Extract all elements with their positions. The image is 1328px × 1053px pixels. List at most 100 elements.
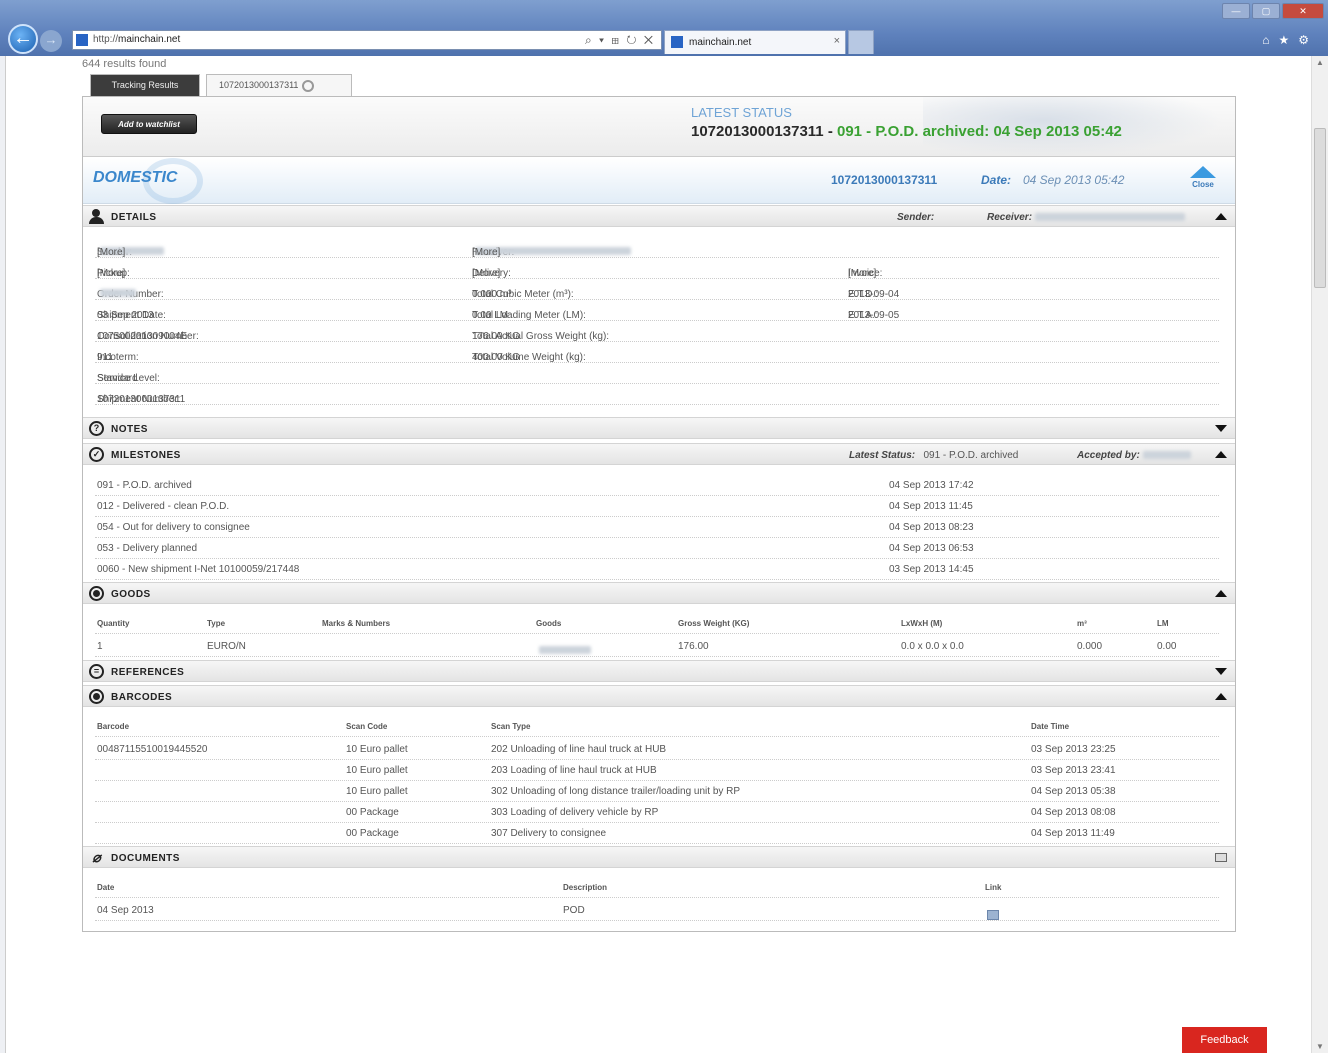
- details-header[interactable]: DETAILS Sender: Receiver:: [83, 205, 1235, 227]
- details-title: DETAILS: [111, 212, 157, 223]
- minimize-button[interactable]: —: [1222, 3, 1250, 19]
- goods-row: 1 EURO/N 176.00 0.0 x 0.0 x 0.0 0.000 0.…: [95, 636, 1219, 657]
- close-label: Close: [1192, 180, 1214, 189]
- barcode-icon: [89, 689, 104, 704]
- scroll-down-icon[interactable]: ▼: [1316, 1042, 1324, 1051]
- address-bar[interactable]: http://mainchain.net ⌕ ▾ ⊞ ↻ ✕: [72, 30, 662, 50]
- status-header: Add to watchlist LATEST STATUS 107201300…: [83, 97, 1235, 157]
- tab-tracking-results[interactable]: Tracking Results: [90, 74, 200, 96]
- notes-header[interactable]: ? NOTES: [83, 417, 1235, 439]
- details-row: Pickup: [More] Delivery: [More] Invoice:…: [95, 258, 1219, 279]
- site-favicon-icon: [76, 34, 88, 46]
- scroll-thumb[interactable]: [1314, 128, 1326, 288]
- collapse-up-icon[interactable]: [1215, 693, 1227, 700]
- collapse-up-icon[interactable]: [1215, 590, 1227, 597]
- window-left-border: [0, 56, 6, 1053]
- back-arrow-icon[interactable]: ←: [8, 24, 38, 54]
- tab-close-icon[interactable]: ×: [834, 35, 840, 47]
- details-row: Consolidation Number: 107500201309004E T…: [95, 321, 1219, 342]
- forward-arrow-icon[interactable]: →: [40, 30, 62, 52]
- question-icon: ?: [89, 421, 104, 436]
- details-row: Service Level: Standard: [95, 363, 1219, 384]
- document-row: 04 Sep 2013 POD: [95, 900, 1219, 921]
- milestone-row: 053 - Delivery planned 04 Sep 2013 06:53: [95, 538, 1219, 559]
- domestic-label: DOMESTIC: [93, 169, 178, 186]
- browser-tab[interactable]: mainchain.net ×: [664, 30, 846, 54]
- add-to-watchlist-button[interactable]: Add to watchlist: [101, 114, 197, 134]
- paperclip-icon: ⌀: [92, 849, 101, 865]
- milestone-row: 0060 - New shipment I-Net 10100059/21744…: [95, 559, 1219, 580]
- page-scrollbar[interactable]: ▲ ▼: [1311, 56, 1328, 1053]
- documents-title: DOCUMENTS: [111, 853, 180, 864]
- milestones-header[interactable]: ✓ MILESTONES Latest Status: 091 - P.O.D.…: [83, 443, 1235, 465]
- domestic-date: 04 Sep 2013 05:42: [1023, 173, 1125, 187]
- expand-down-icon[interactable]: [1215, 668, 1227, 675]
- tab-shipment-label: 1072013000137311: [219, 80, 299, 90]
- address-url: http://mainchain.net: [93, 34, 181, 45]
- domestic-bar: DOMESTIC 1072013000137311 Date: 04 Sep 2…: [83, 158, 1235, 204]
- references-icon: =: [89, 664, 104, 679]
- milestones-title: MILESTONES: [111, 450, 181, 461]
- address-tools[interactable]: ⌕ ▾ ⊞ ↻ ✕: [585, 33, 655, 48]
- latest-tracking-number: 1072013000137311 -: [691, 123, 833, 140]
- new-tab-button[interactable]: [848, 30, 874, 54]
- latest-status-label: LATEST STATUS: [691, 105, 792, 120]
- details-sender-label: Sender:: [897, 212, 935, 223]
- maximize-button[interactable]: ▢: [1252, 3, 1280, 19]
- details-row: Order Number: Total Cubic Meter (m³): 0.…: [95, 279, 1219, 300]
- details-row: Incoterm: 911 Total Volume Weight (kg): …: [95, 342, 1219, 363]
- invoice-more-link[interactable]: [More]: [848, 268, 876, 279]
- domestic-date-label: Date:: [981, 173, 1012, 187]
- milestone-row: 012 - Delivered - clean P.O.D. 04 Sep 201…: [95, 496, 1219, 517]
- barcode-row: 00487115510019445520 10 Euro pallet 202 Un…: [95, 739, 1219, 760]
- references-header[interactable]: = REFERENCES: [83, 660, 1235, 682]
- collapse-up-icon[interactable]: [1215, 213, 1227, 220]
- pickup-more-link[interactable]: [More]: [97, 268, 125, 279]
- details-row: Sender:[More] Receiver:[More]: [95, 237, 1219, 258]
- delivery-more-link[interactable]: [More]: [472, 268, 500, 279]
- milestone-row: 054 - Out for delivery to consignee 04 Se…: [95, 517, 1219, 538]
- documents-toggle-icon[interactable]: [1215, 853, 1227, 862]
- browser-toolbar-icons[interactable]: ⌂★⚙: [1262, 33, 1318, 47]
- details-receiver-label: Receiver:: [987, 212, 1188, 223]
- tracking-panel: Add to watchlist LATEST STATUS 107201300…: [82, 96, 1236, 932]
- feedback-button[interactable]: Feedback: [1182, 1027, 1267, 1053]
- documents-table-header: Date Description Link: [95, 877, 1219, 898]
- barcode-row: 10 Euro pallet 302 Unloading of long dist…: [95, 781, 1219, 802]
- barcodes-header[interactable]: BARCODES: [83, 685, 1235, 707]
- expand-down-icon[interactable]: [1215, 425, 1227, 432]
- milestones-latest-status: Latest Status: 091 - P.O.D. archived: [849, 450, 1019, 461]
- barcodes-table-header: Barcode Scan Code Scan Type Date Time: [95, 716, 1219, 737]
- collapse-up-icon: [1190, 166, 1216, 178]
- window-close-button[interactable]: ✕: [1282, 3, 1324, 19]
- goods-icon: [89, 586, 104, 601]
- barcodes-title: BARCODES: [111, 692, 173, 703]
- barcode-row: 00 Package 303 Loading of delivery vehicl…: [95, 802, 1219, 823]
- tab-shipment[interactable]: 1072013000137311: [206, 74, 352, 96]
- goods-title: GOODS: [111, 589, 151, 600]
- goods-header[interactable]: GOODS: [83, 582, 1235, 604]
- details-row: Shipment Date: 03 Sep 2013 Total Loading…: [95, 300, 1219, 321]
- details-row: Shipment Number: 1072013000137311: [95, 384, 1219, 405]
- documents-header[interactable]: ⌀ DOCUMENTS: [83, 846, 1235, 868]
- sender-more-link[interactable]: [More]: [97, 247, 125, 258]
- browser-tab-label: mainchain.net: [689, 37, 752, 48]
- domestic-tracking-number: 1072013000137311: [831, 173, 938, 187]
- checkmark-icon: ✓: [89, 447, 104, 462]
- tab-favicon-icon: [671, 36, 683, 48]
- scroll-up-icon[interactable]: ▲: [1316, 58, 1324, 67]
- person-icon: [89, 209, 104, 224]
- receiver-more-link[interactable]: [More]: [472, 247, 500, 258]
- references-title: REFERENCES: [111, 667, 185, 678]
- latest-status-text: 091 - P.O.D. archived: 04 Sep 2013 05:42: [836, 123, 1122, 140]
- close-button[interactable]: Close: [1181, 166, 1225, 189]
- barcode-row: 00 Package 307 Delivery to consignee 04 Se…: [95, 823, 1219, 844]
- window-controls: — ▢ ✕: [1220, 3, 1324, 19]
- tab-close-icon[interactable]: [302, 79, 315, 92]
- browser-chrome: — ▢ ✕ ← → http://mainchain.net ⌕ ▾ ⊞ ↻ ✕…: [0, 0, 1328, 56]
- latest-status-line: 1072013000137311 - 091 - P.O.D. archived…: [691, 123, 1122, 140]
- milestone-row: 091 - P.O.D. archived 04 Sep 2013 17:42: [95, 475, 1219, 496]
- document-link-icon[interactable]: [987, 910, 999, 920]
- notes-title: NOTES: [111, 424, 148, 435]
- collapse-up-icon[interactable]: [1215, 451, 1227, 458]
